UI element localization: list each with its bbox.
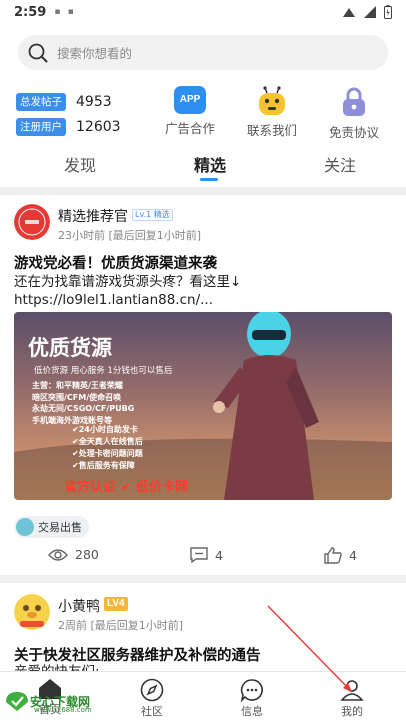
app-icon: APP — [174, 86, 206, 114]
thumbs-up-icon — [324, 547, 342, 564]
comment-icon — [190, 547, 208, 563]
search-bar[interactable]: 搜索你想看的 — [18, 35, 388, 70]
cell-signal-icon — [364, 6, 376, 18]
stat-value: 4953 — [76, 94, 112, 110]
level-badge: Lv.1 精选 — [132, 209, 173, 221]
shortcut-contact-us[interactable]: 联系我们 — [232, 86, 312, 139]
banner-line: 暗区突围/CFM/使命召唤 — [32, 392, 122, 402]
post-body[interactable]: 还在为找靠谱游戏货源头疼？看这里↓ https://lo9lel1.lantia… — [14, 273, 241, 309]
search-icon — [28, 43, 48, 62]
post-meta: 2周前 [最后回复1小时前] — [58, 619, 184, 632]
likes-value: 4 — [349, 548, 357, 563]
active-tab-indicator — [200, 178, 218, 181]
stat-users: 注册用户 12603 — [16, 116, 121, 138]
post-meta: 23小时前 [最后回复1小时前] — [58, 229, 202, 242]
views-count: 280 — [48, 547, 99, 562]
robot-icon — [259, 86, 285, 115]
watermark: 安心下载网 www.ax688.com — [4, 690, 92, 714]
tag-icon — [16, 518, 34, 536]
status-time: 2:59 — [14, 4, 47, 20]
post-tag[interactable]: 交易出售 — [14, 516, 89, 538]
feed-tabs: 发现 精选 关注 — [0, 148, 406, 187]
nav-label: 社区 — [141, 705, 163, 718]
watermark-url: www.ax688.com — [34, 706, 92, 714]
notification-dots-icon: ▪ ▪ — [54, 7, 76, 17]
battery-icon — [384, 5, 392, 19]
banner-check: ✔处理卡密问题问题 — [72, 449, 143, 458]
signal-icon — [343, 8, 355, 17]
status-bar: 2:59 ▪ ▪ — [0, 0, 406, 24]
banner-line: 永劫无间/CSGO/CF/PUBG — [32, 404, 135, 413]
like-button[interactable]: 4 — [324, 547, 357, 564]
shortcut-label: 联系我们 — [246, 123, 297, 138]
banner-check: ✔全天真人在线售后 — [72, 437, 143, 446]
banner-lines: 主营：和平精英/王者荣耀 暗区突围/CFM/使命召唤 永劫无间/CSGO/CF/… — [32, 380, 134, 426]
shortcut-ad-cooperation[interactable]: APP 广告合作 — [150, 86, 230, 137]
shortcut-label: 广告合作 — [164, 121, 215, 136]
stat-label: 注册用户 — [16, 118, 66, 136]
banner-title: 优质货源 — [28, 336, 112, 360]
stat-posts: 总发帖子 4953 — [16, 91, 121, 113]
nav-profile[interactable]: 我的 — [322, 678, 382, 719]
tab-featured[interactable]: 精选 — [194, 152, 226, 176]
banner-check: ✔售后服务有保障 — [72, 461, 135, 470]
chat-icon — [240, 679, 263, 702]
post-actions: 280 4 4 — [0, 547, 406, 569]
compass-icon — [140, 678, 164, 702]
post-link[interactable]: https://lo9lel1.lantian88.cn/... — [14, 291, 241, 309]
level-badge: LV4 — [104, 597, 128, 611]
post-body-line: 还在为找靠谱游戏货源头疼？看这里↓ — [14, 274, 242, 290]
post-title[interactable]: 关于快发社区服务器维护及补偿的通告 — [14, 644, 261, 665]
watermark-logo-icon — [6, 692, 28, 711]
banner-footer: 官方认证 ✔ 低价卡网 — [64, 480, 188, 495]
shortcut-disclaimer[interactable]: 免责协议 — [314, 86, 394, 141]
user-icon — [340, 680, 364, 701]
tag-label: 交易出售 — [38, 521, 82, 534]
shortcut-label: 免责协议 — [328, 125, 379, 140]
post-title[interactable]: 游戏党必看！优质货源渠道来袭 — [14, 252, 217, 273]
banner-line: 主营：和平精英/王者荣耀 — [32, 381, 123, 390]
author-name[interactable]: 精选推荐官 — [58, 206, 128, 226]
eye-icon — [48, 548, 68, 561]
nav-messages[interactable]: 信息 — [222, 678, 282, 719]
tab-discover[interactable]: 发现 — [64, 152, 96, 176]
nav-label: 我的 — [341, 705, 363, 718]
banner-subtitle: 低价货源 用心服务 1分钱也可以售后 — [34, 366, 173, 376]
post-image[interactable]: 优质货源 低价货源 用心服务 1分钱也可以售后 主营：和平精英/王者荣耀 暗区突… — [14, 312, 392, 500]
author-name[interactable]: 小黄鸭 — [58, 596, 100, 616]
stat-label: 总发帖子 — [16, 93, 66, 111]
comments-value: 4 — [215, 547, 223, 563]
comment-button[interactable]: 4 — [190, 547, 223, 563]
post-card[interactable]: 精选推荐官 Lv.1 精选 23小时前 [最后回复1小时前] 游戏党必看！优质货… — [0, 195, 406, 575]
nav-community[interactable]: 社区 — [122, 678, 182, 719]
stat-value: 12603 — [76, 119, 121, 135]
avatar[interactable] — [14, 204, 50, 240]
lock-icon — [343, 87, 365, 116]
search-input[interactable]: 搜索你想看的 — [57, 43, 132, 62]
site-stats: 总发帖子 4953 注册用户 12603 — [16, 91, 121, 141]
tab-following[interactable]: 关注 — [324, 152, 356, 176]
nav-label: 信息 — [241, 705, 263, 718]
avatar[interactable] — [14, 594, 50, 630]
banner-checks: ✔24小时自助发卡 ✔全天真人在线售后 ✔处理卡密问题问题 ✔售后服务有保障 — [72, 424, 143, 472]
header: 搜索你想看的 总发帖子 4953 注册用户 12603 APP 广告合作 联系我… — [0, 24, 406, 187]
banner-check: ✔24小时自助发卡 — [72, 425, 138, 434]
views-value: 280 — [75, 547, 99, 562]
